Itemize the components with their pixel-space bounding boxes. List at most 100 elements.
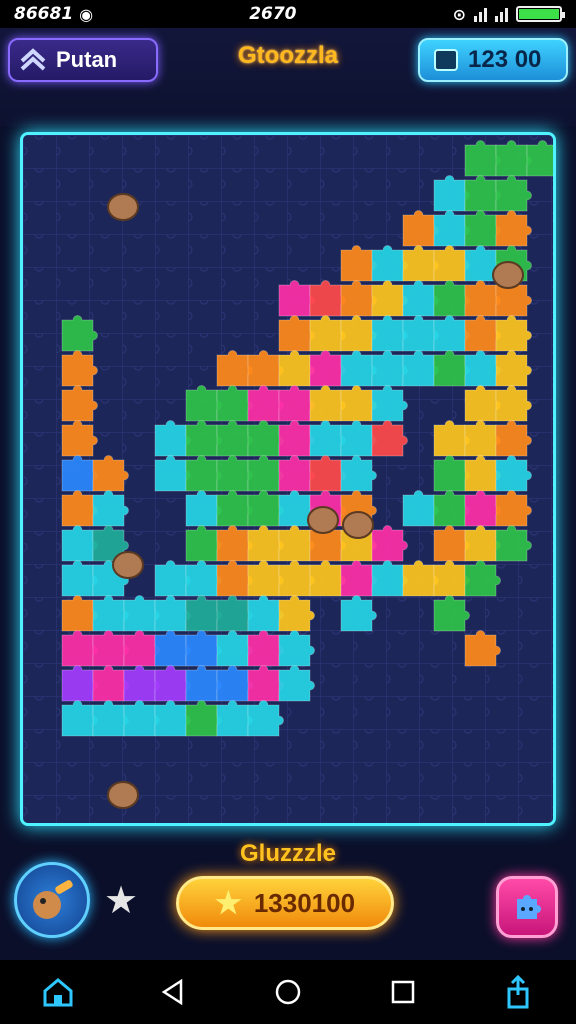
puzzle-piece[interactable] [371, 525, 408, 562]
puzzle-piece[interactable] [464, 315, 501, 352]
puzzle-piece[interactable] [371, 350, 408, 387]
puzzle-piece[interactable] [464, 280, 501, 317]
puzzle-piece[interactable] [371, 385, 408, 422]
puzzle-piece[interactable] [495, 175, 532, 212]
puzzle-piece[interactable] [433, 210, 470, 247]
puzzle-piece[interactable] [278, 595, 315, 632]
puzzle-piece[interactable] [495, 350, 532, 387]
puzzle-piece[interactable] [61, 315, 98, 352]
puzzle-piece[interactable] [433, 525, 470, 562]
puzzle-piece[interactable] [61, 420, 98, 457]
puzzle-piece[interactable] [464, 385, 501, 422]
puzzle-piece[interactable] [340, 245, 377, 282]
puzzle-piece[interactable] [464, 560, 501, 597]
puzzle-piece[interactable] [495, 315, 532, 352]
puzzle-piece[interactable] [154, 700, 191, 737]
nav-back-button[interactable] [153, 972, 193, 1012]
puzzle-piece[interactable] [309, 420, 346, 457]
puzzle-piece[interactable] [433, 560, 470, 597]
puzzle-piece[interactable] [247, 665, 284, 702]
puzzle-piece[interactable] [402, 490, 439, 527]
puzzle-piece[interactable] [154, 665, 191, 702]
puzzle-piece[interactable] [495, 385, 532, 422]
puzzle-piece[interactable] [247, 560, 284, 597]
puzzle-piece[interactable] [402, 560, 439, 597]
player-profile-button[interactable]: Putan [8, 38, 158, 82]
nav-recent-button[interactable] [383, 972, 423, 1012]
puzzle-piece[interactable] [185, 630, 222, 667]
puzzle-piece[interactable] [371, 245, 408, 282]
score-button[interactable]: ★ 1330100 [176, 876, 394, 930]
puzzle-piece[interactable] [495, 210, 532, 247]
puzzle-piece-button[interactable] [496, 876, 558, 938]
puzzle-piece[interactable] [154, 560, 191, 597]
puzzle-piece[interactable] [185, 665, 222, 702]
puzzle-piece[interactable] [216, 385, 253, 422]
puzzle-piece[interactable] [92, 700, 129, 737]
puzzle-piece[interactable] [340, 315, 377, 352]
puzzle-piece[interactable] [278, 315, 315, 352]
puzzle-piece[interactable] [464, 630, 501, 667]
puzzle-piece[interactable] [123, 700, 160, 737]
puzzle-piece[interactable] [433, 595, 470, 632]
puzzle-board[interactable] [20, 132, 556, 826]
puzzle-piece[interactable] [371, 315, 408, 352]
puzzle-piece[interactable] [123, 595, 160, 632]
puzzle-piece[interactable] [433, 455, 470, 492]
puzzle-piece[interactable] [309, 315, 346, 352]
puzzle-piece[interactable] [185, 595, 222, 632]
puzzle-piece[interactable] [464, 490, 501, 527]
nav-home-app-button[interactable] [38, 972, 78, 1012]
character-avatar-button[interactable] [14, 862, 90, 938]
puzzle-piece[interactable] [123, 630, 160, 667]
puzzle-piece[interactable] [216, 630, 253, 667]
puzzle-piece[interactable] [433, 175, 470, 212]
puzzle-piece[interactable] [464, 210, 501, 247]
puzzle-piece[interactable] [402, 245, 439, 282]
puzzle-piece[interactable] [495, 490, 532, 527]
puzzle-piece[interactable] [495, 525, 532, 562]
puzzle-piece[interactable] [278, 525, 315, 562]
puzzle-piece[interactable] [309, 280, 346, 317]
puzzle-piece[interactable] [247, 385, 284, 422]
puzzle-piece[interactable] [371, 280, 408, 317]
puzzle-piece[interactable] [92, 630, 129, 667]
puzzle-piece[interactable] [61, 350, 98, 387]
nav-home-button[interactable] [268, 972, 308, 1012]
puzzle-piece[interactable] [92, 665, 129, 702]
puzzle-piece[interactable] [92, 490, 129, 527]
puzzle-piece[interactable] [278, 280, 315, 317]
puzzle-piece[interactable] [61, 595, 98, 632]
puzzle-piece[interactable] [216, 595, 253, 632]
puzzle-piece[interactable] [340, 595, 377, 632]
puzzle-piece[interactable] [464, 455, 501, 492]
nav-share-button[interactable] [498, 972, 538, 1012]
puzzle-piece[interactable] [185, 420, 222, 457]
puzzle-piece[interactable] [464, 175, 501, 212]
coins-button[interactable]: 123 00 [418, 38, 568, 82]
puzzle-piece[interactable] [216, 455, 253, 492]
puzzle-piece[interactable] [154, 630, 191, 667]
puzzle-piece[interactable] [340, 385, 377, 422]
puzzle-piece[interactable] [278, 350, 315, 387]
puzzle-piece[interactable] [340, 560, 377, 597]
puzzle-piece[interactable] [247, 490, 284, 527]
puzzle-piece[interactable] [61, 385, 98, 422]
puzzle-piece[interactable] [371, 420, 408, 457]
puzzle-piece[interactable] [247, 525, 284, 562]
puzzle-piece[interactable] [433, 280, 470, 317]
puzzle-piece[interactable] [433, 245, 470, 282]
puzzle-piece[interactable] [61, 630, 98, 667]
puzzle-piece[interactable] [61, 525, 98, 562]
puzzle-piece[interactable] [247, 350, 284, 387]
puzzle-piece[interactable] [216, 700, 253, 737]
puzzle-piece[interactable] [433, 315, 470, 352]
puzzle-piece[interactable] [340, 280, 377, 317]
puzzle-piece[interactable] [278, 420, 315, 457]
puzzle-piece[interactable] [216, 525, 253, 562]
puzzle-piece[interactable] [340, 455, 377, 492]
puzzle-piece[interactable] [433, 420, 470, 457]
puzzle-piece[interactable] [278, 455, 315, 492]
puzzle-piece[interactable] [402, 210, 439, 247]
puzzle-piece[interactable] [464, 420, 501, 457]
